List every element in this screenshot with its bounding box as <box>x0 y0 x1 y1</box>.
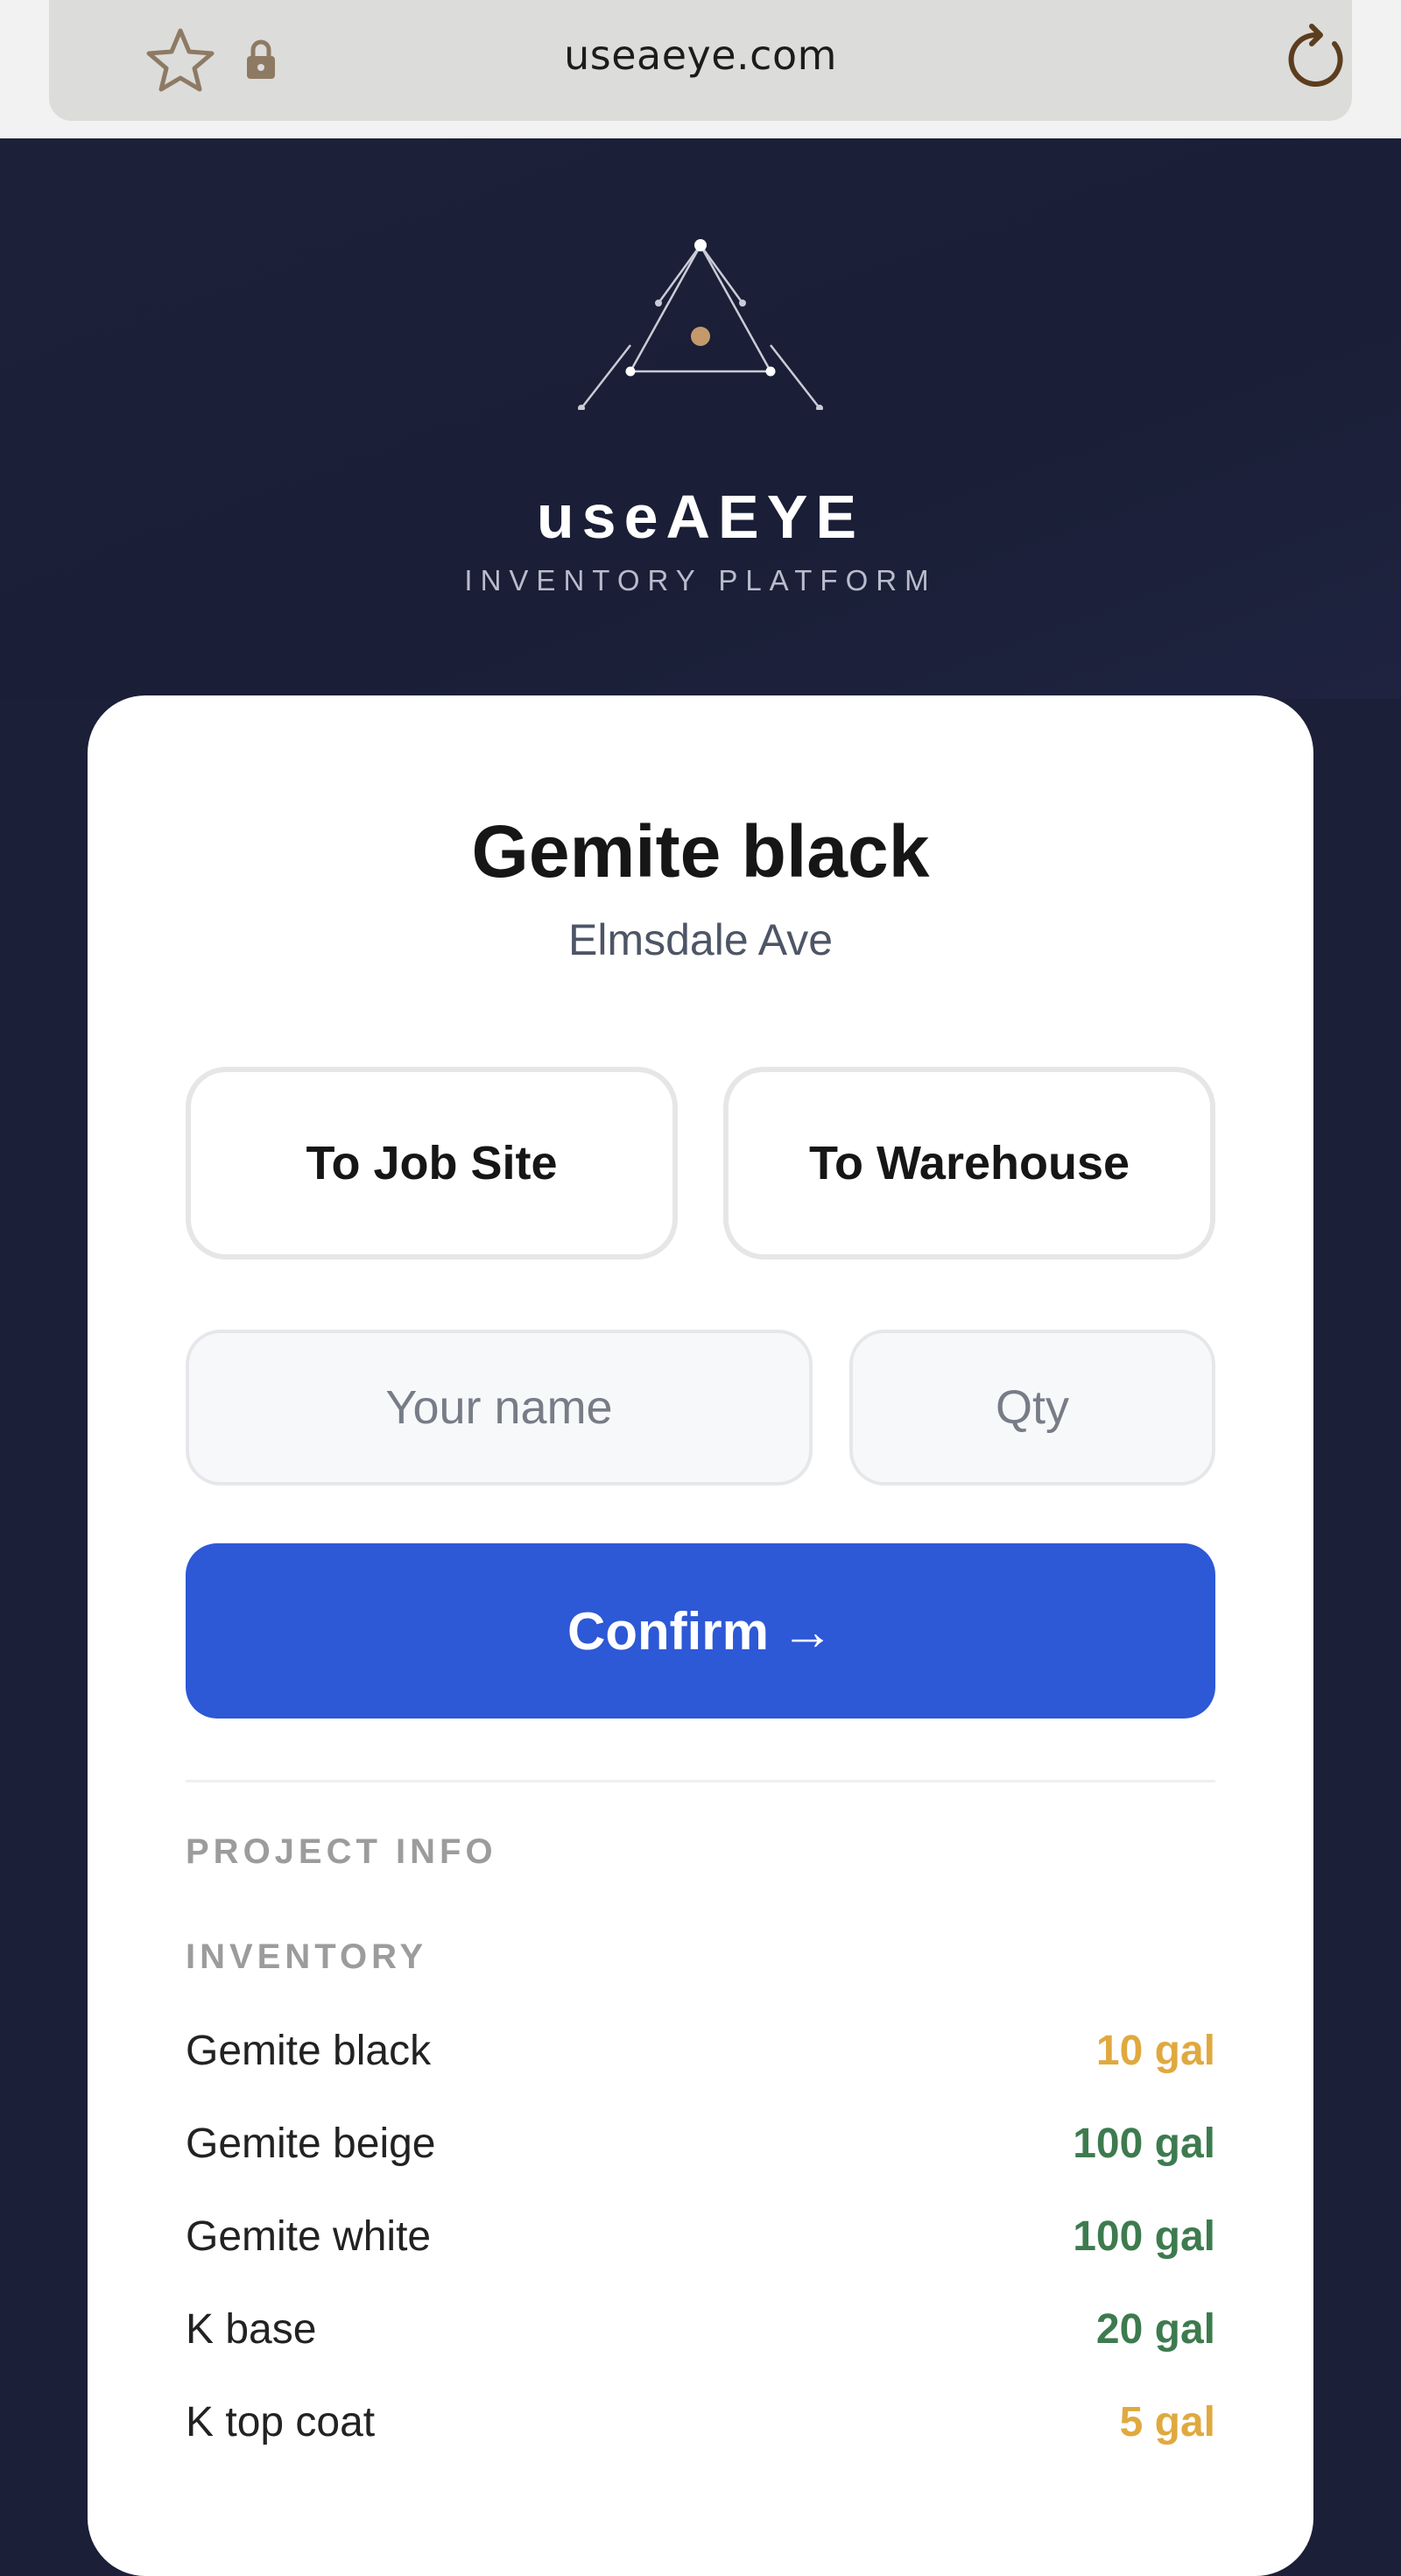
project-info-heading: PROJECT INFO <box>186 1832 497 1871</box>
inventory-item-name: K base <box>186 2306 317 2353</box>
arrow-right-icon: → <box>780 1601 834 1661</box>
browser-toolbar: useaeye.com <box>0 0 1401 138</box>
confirm-label: Confirm <box>567 1601 769 1661</box>
inventory-item-name: Gemite beige <box>186 2121 436 2167</box>
brand-subtitle: INVENTORY PLATFORM <box>464 564 937 596</box>
qty-input[interactable] <box>849 1330 1215 1486</box>
inventory-item-qty: 5 gal <box>1119 2399 1215 2445</box>
inventory-item-name: K top coat <box>186 2399 376 2445</box>
inventory-item-name: Gemite white <box>186 2213 432 2260</box>
project-name: Elmsdale Ave <box>567 915 834 964</box>
transfer-card: Gemite black Elmsdale Ave To Job Site To… <box>88 695 1313 2576</box>
inventory-heading: INVENTORY <box>186 1937 428 1976</box>
inventory-row: K base 20 gal <box>186 2305 1215 2367</box>
inventory-item-qty: 100 gal <box>1073 2213 1215 2260</box>
hero-header: useAEYE INVENTORY PLATFORM <box>0 138 1401 699</box>
confirm-button[interactable]: Confirm → <box>186 1543 1215 1719</box>
to-job-site-button[interactable]: To Job Site <box>186 1067 678 1260</box>
inventory-row: Gemite black 10 gal <box>186 2027 1215 2088</box>
inventory-item-qty: 10 gal <box>1095 2028 1215 2074</box>
inventory-item-name: Gemite black <box>186 2028 432 2074</box>
inventory-row: Gemite white 100 gal <box>186 2213 1215 2274</box>
product-title: Gemite black <box>471 810 930 893</box>
inventory-item-qty: 100 gal <box>1073 2121 1215 2167</box>
brand-name: useAEYE <box>536 483 865 551</box>
address-bar[interactable]: useaeye.com <box>49 0 1352 121</box>
aeye-logo <box>578 239 823 410</box>
name-input[interactable] <box>186 1330 813 1486</box>
divider <box>186 1780 1215 1782</box>
reload-icon[interactable] <box>1284 23 1354 93</box>
url-text: useaeye.com <box>564 32 837 79</box>
inventory-item-qty: 20 gal <box>1095 2306 1215 2353</box>
to-warehouse-button[interactable]: To Warehouse <box>723 1067 1215 1260</box>
inventory-row: K top coat 5 gal <box>186 2398 1215 2460</box>
inventory-row: Gemite beige 100 gal <box>186 2120 1215 2181</box>
